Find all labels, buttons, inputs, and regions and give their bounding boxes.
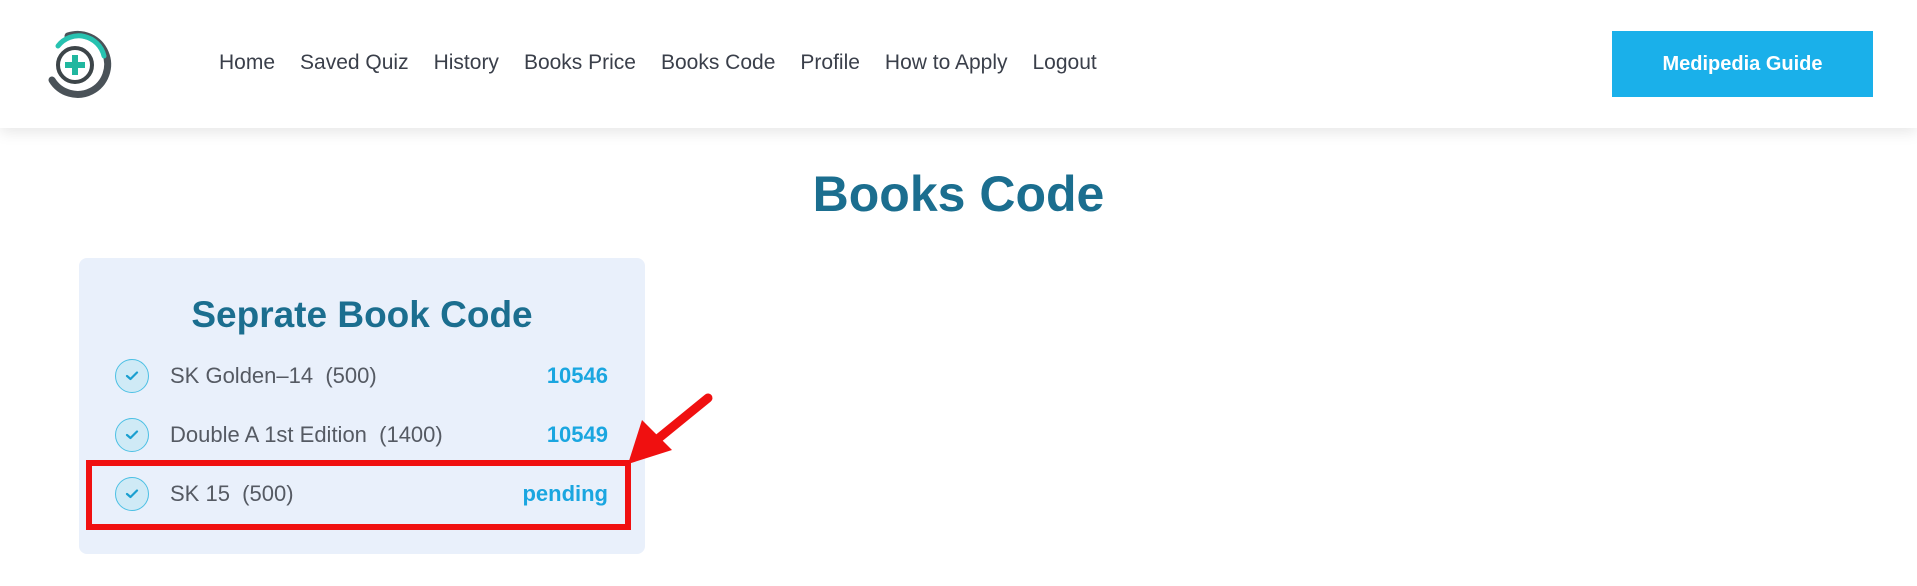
site-header: Home Saved Quiz History Books Price Book… [0, 0, 1917, 128]
annotation-arrow-icon [628, 393, 713, 464]
medipedia-logo-icon[interactable] [38, 26, 114, 102]
main-nav: Home Saved Quiz History Books Price Book… [219, 46, 1122, 80]
nav-home[interactable]: Home [219, 46, 275, 80]
list-item: Double A 1st Edition (1400) 10549 [79, 414, 645, 458]
nav-profile[interactable]: Profile [800, 46, 860, 80]
nav-history[interactable]: History [434, 46, 499, 80]
check-circle-icon [115, 359, 149, 393]
nav-saved-quiz[interactable]: Saved Quiz [300, 46, 409, 80]
card-title: Seprate Book Code [191, 294, 533, 335]
check-circle-icon [115, 418, 149, 452]
highlight-box [86, 460, 631, 530]
book-code: 10546 [546, 363, 608, 388]
nav-logout[interactable]: Logout [1033, 46, 1097, 80]
book-label: SK Golden–14 (500) [170, 363, 377, 388]
nav-books-code[interactable]: Books Code [661, 46, 775, 80]
page-title: Books Code [812, 166, 1105, 222]
book-label: Double A 1st Edition (1400) [170, 422, 443, 447]
nav-books-price[interactable]: Books Price [524, 46, 636, 80]
list-item: SK Golden–14 (500) 10546 [79, 355, 645, 399]
nav-how-to-apply[interactable]: How to Apply [885, 46, 1008, 80]
book-code: 10549 [546, 422, 608, 447]
medipedia-guide-button[interactable]: Medipedia Guide [1612, 31, 1873, 97]
